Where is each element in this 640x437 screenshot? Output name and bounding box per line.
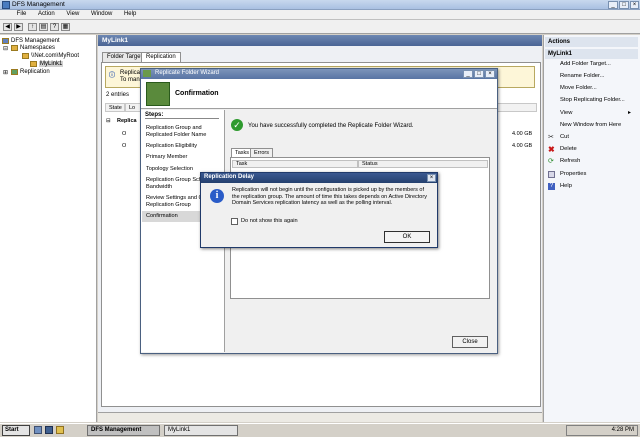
steps-header: Steps:	[145, 112, 219, 119]
actions-section-mylink1[interactable]: MyLink1	[545, 49, 638, 59]
help-icon[interactable]: ?	[50, 23, 59, 31]
expand-icon[interactable]: ⊞	[3, 69, 8, 76]
wizard-title: Replicate Folder Wizard	[141, 69, 497, 79]
action-cut[interactable]: Cut	[560, 134, 569, 140]
cut-icon: ✂	[548, 134, 554, 141]
submenu-arrow-icon: ▸	[628, 110, 631, 116]
quicklaunch-icon[interactable]	[34, 426, 42, 434]
action-rename-folder[interactable]: Rename Folder...	[560, 73, 604, 79]
namespace-icon	[22, 53, 29, 59]
status-bar	[98, 412, 542, 422]
refresh-icon: ⟳	[548, 158, 554, 165]
column-task[interactable]: Task	[232, 160, 358, 168]
replication-wizard-icon	[146, 82, 170, 106]
close-button[interactable]: Close	[452, 336, 488, 348]
column-status[interactable]: Status	[358, 160, 488, 168]
replication-icon	[11, 69, 18, 75]
dialog-message: Replication will not begin until the con…	[232, 187, 427, 206]
row-1-size: 4.00 GB	[512, 131, 533, 137]
delete-icon: ✖	[548, 145, 555, 154]
start-button[interactable]: Start	[2, 425, 30, 436]
menu-view[interactable]: View	[61, 10, 84, 18]
maximize-button[interactable]: □	[619, 1, 629, 9]
forward-icon[interactable]: ▶	[14, 23, 23, 31]
wizard-close-button[interactable]: ×	[485, 70, 495, 78]
folder-icon	[11, 45, 18, 51]
toolbar: ◀ ▶ ↑ ▤ ? ▦	[0, 20, 640, 34]
do-not-show-checkbox[interactable]	[231, 218, 238, 225]
action-refresh[interactable]: Refresh	[560, 158, 580, 164]
wizard-small-icon	[143, 70, 151, 77]
wizard-minimize-button[interactable]: _	[463, 70, 473, 78]
step-7: Confirmation	[146, 213, 178, 219]
entries-count: 2 entries	[106, 92, 130, 98]
show-tree-icon[interactable]: ▤	[39, 23, 48, 31]
step-2: Replication Eligibility	[146, 143, 197, 149]
menu-action[interactable]: Action	[33, 10, 60, 18]
task-mylink1[interactable]: MyLink1	[164, 425, 238, 436]
dialog-close-button[interactable]: ×	[427, 174, 436, 182]
action-delete[interactable]: Delete	[560, 146, 577, 152]
link-icon	[30, 61, 37, 67]
row-2-size: 4.00 GB	[512, 143, 533, 149]
group-label: Replica	[117, 118, 137, 124]
menu-help[interactable]: Help	[119, 10, 141, 18]
row-1-state: O	[122, 131, 127, 137]
do-not-show-label[interactable]: Do not show this again	[241, 218, 298, 224]
tree-link-mylink1[interactable]: MyLink1	[39, 61, 64, 67]
close-window-button[interactable]: ×	[630, 1, 639, 9]
app-icon	[2, 1, 10, 9]
system-tray: 4:28 PM	[566, 425, 638, 436]
tree-root[interactable]: DFS Management	[11, 38, 60, 44]
task-dfs-management[interactable]: DFS Management	[87, 425, 160, 436]
action-add-folder-target[interactable]: Add Folder Target...	[560, 61, 611, 67]
group-collapse-icon[interactable]: ⊟	[106, 118, 111, 124]
actions-header: Actions	[545, 37, 638, 47]
success-check-icon: ✓	[231, 119, 243, 131]
wizard-heading: Confirmation	[175, 90, 219, 97]
info-icon: i	[210, 189, 224, 203]
dfs-icon	[2, 38, 9, 44]
window-title: DFS Management	[12, 1, 65, 8]
clock: 4:28 PM	[611, 427, 634, 433]
menu-icon	[0, 13, 10, 15]
tree-pane	[0, 35, 97, 422]
action-new-window[interactable]: New Window from Here	[560, 122, 621, 128]
action-properties[interactable]: Properties	[560, 171, 586, 177]
wizard-maximize-button[interactable]: □	[474, 70, 484, 78]
action-move-folder[interactable]: Move Folder...	[560, 85, 597, 91]
column-state[interactable]: State	[105, 103, 125, 112]
help-icon: ?	[548, 183, 555, 190]
success-message: You have successfully completed the Repl…	[248, 123, 414, 129]
tab-replication[interactable]: Replication	[141, 52, 181, 62]
info-small-icon: ⓘ	[109, 73, 116, 79]
step-3: Primary Member	[146, 154, 188, 160]
action-help[interactable]: Help	[560, 183, 572, 189]
menu-bar: File Action View Window Help	[0, 10, 640, 20]
action-view[interactable]: View	[560, 110, 572, 116]
up-icon[interactable]: ↑	[28, 23, 37, 31]
tree-namespaces[interactable]: Namespaces	[20, 45, 55, 51]
expand-icon[interactable]: ⊟	[3, 45, 8, 52]
menu-window[interactable]: Window	[86, 10, 117, 18]
actions-pane	[543, 35, 640, 422]
ok-button[interactable]: OK	[384, 231, 430, 243]
properties-icon	[548, 171, 555, 178]
quicklaunch-icon[interactable]	[56, 426, 64, 434]
back-icon[interactable]: ◀	[3, 23, 12, 31]
menu-file[interactable]: File	[12, 10, 32, 18]
row-2-state: O	[122, 143, 127, 149]
properties-icon[interactable]: ▦	[61, 23, 70, 31]
step-4: Topology Selection	[146, 166, 193, 172]
dialog-title: Replication Delay	[201, 173, 437, 183]
step-1: Replication Group and Replicated Folder …	[146, 125, 207, 138]
quicklaunch-icon[interactable]	[45, 426, 53, 434]
title-bar: DFS Management _ □ ×	[0, 0, 640, 10]
minimize-button[interactable]: _	[608, 1, 618, 9]
pane-title: MyLink1	[98, 35, 542, 46]
tree-replication[interactable]: Replication	[20, 69, 50, 75]
tree-namespace[interactable]: \\Net.com\MyRoot	[31, 53, 79, 59]
action-stop-replicating[interactable]: Stop Replicating Folder...	[560, 97, 625, 103]
